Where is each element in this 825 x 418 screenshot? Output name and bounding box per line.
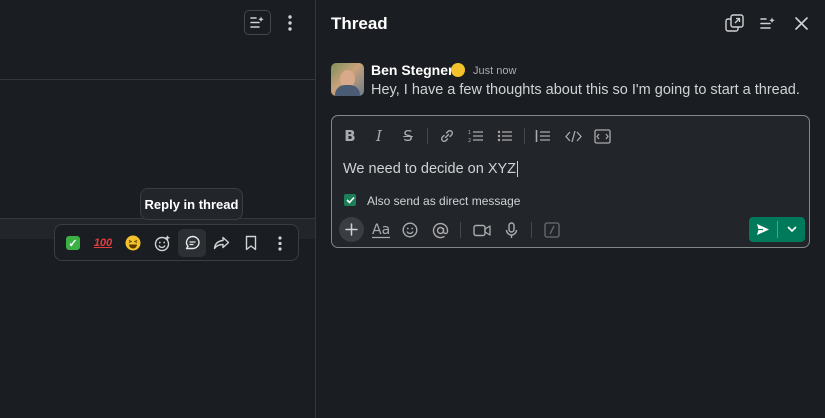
react-laughing-button[interactable]	[119, 229, 147, 257]
ai-summary-button[interactable]	[244, 10, 271, 35]
save-for-later-button[interactable]	[237, 229, 265, 257]
channel-more-button[interactable]	[280, 12, 300, 34]
text-cursor	[517, 161, 519, 178]
bookmark-icon	[245, 235, 257, 251]
bold-button[interactable]: B	[340, 126, 360, 146]
thread-pane: Thread Ben Stegner Just now Hey, I have …	[316, 0, 825, 418]
header-divider	[0, 79, 315, 80]
toolbar-divider	[427, 128, 428, 144]
mention-button[interactable]	[428, 218, 452, 242]
attach-button[interactable]	[339, 217, 364, 242]
numbered-list-button[interactable]: 12	[466, 126, 486, 146]
toolbar-divider	[460, 222, 461, 238]
more-actions-button[interactable]	[266, 229, 294, 257]
forward-message-button[interactable]	[207, 229, 235, 257]
message-actions-bar: ✓ 100	[54, 224, 299, 261]
audio-clip-button[interactable]	[499, 218, 523, 242]
svg-text:2: 2	[468, 138, 471, 143]
avatar[interactable]	[331, 63, 364, 96]
share-forward-icon	[213, 236, 229, 249]
svg-text:Aa: Aa	[372, 222, 390, 238]
link-icon	[441, 130, 453, 142]
laughing-emoji	[125, 235, 141, 251]
thread-title: Thread	[331, 14, 388, 33]
send-button[interactable]	[749, 217, 777, 242]
video-clip-button[interactable]	[470, 218, 494, 242]
ai-summary-icon	[760, 17, 775, 29]
code-block-icon	[593, 128, 611, 144]
numbered-list-icon: 12	[468, 130, 483, 143]
message-text: Hey, I have a few thoughts about this so…	[371, 82, 800, 98]
mention-icon	[432, 222, 448, 238]
blockquote-icon	[535, 130, 550, 142]
emoji-button[interactable]	[398, 218, 422, 242]
close-icon	[794, 16, 808, 30]
reply-in-thread-tooltip: Reply in thread	[140, 188, 243, 220]
add-reaction-button[interactable]	[148, 229, 176, 257]
send-button-group	[749, 217, 805, 242]
channel-pane: Reply in thread ✓ 100	[0, 0, 315, 418]
more-vertical-icon	[278, 235, 282, 251]
thread-summary-button[interactable]	[757, 12, 779, 34]
close-thread-button[interactable]	[790, 12, 812, 34]
schedule-send-button[interactable]	[778, 217, 805, 242]
code-block-button[interactable]	[592, 126, 612, 146]
link-button[interactable]	[437, 126, 457, 146]
bulleted-list-button[interactable]	[495, 126, 515, 146]
message-author[interactable]: Ben Stegner	[371, 62, 453, 78]
also-send-checkbox[interactable]	[344, 194, 356, 206]
microphone-icon	[505, 221, 517, 238]
italic-icon: I	[376, 127, 382, 145]
reply-in-thread-button[interactable]	[178, 229, 206, 257]
status-emoji-icon[interactable]	[451, 63, 465, 77]
toolbar-divider	[524, 128, 525, 144]
video-icon	[473, 224, 491, 236]
slash-commands-button[interactable]	[540, 218, 564, 242]
bulleted-list-icon	[497, 130, 512, 142]
emoji-icon	[402, 222, 418, 238]
checkmark-icon	[345, 196, 355, 204]
formatting-toggle-button[interactable]: Aa	[369, 218, 393, 242]
also-send-label[interactable]: Also send as direct message	[367, 194, 520, 208]
code-button[interactable]	[563, 126, 583, 146]
message-timestamp[interactable]: Just now	[473, 65, 516, 77]
react-check-button[interactable]: ✓	[59, 229, 87, 257]
send-icon	[757, 224, 769, 235]
chevron-down-icon	[786, 226, 797, 233]
code-icon	[564, 130, 582, 142]
bold-icon: B	[344, 127, 356, 145]
white-check-mark-emoji: ✓	[66, 236, 80, 250]
svg-text:1: 1	[468, 130, 471, 136]
blockquote-button[interactable]	[533, 126, 553, 146]
strikethrough-button[interactable]: S	[398, 126, 418, 146]
strikethrough-icon: S	[403, 127, 413, 145]
slash-command-icon	[544, 222, 560, 238]
text-format-icon: Aa	[372, 222, 390, 239]
message-input[interactable]: We need to decide on XYZ	[343, 161, 519, 178]
react-100-button[interactable]: 100	[89, 229, 117, 257]
add-reaction-icon	[154, 235, 169, 251]
hundred-points-emoji: 100	[93, 237, 113, 249]
ai-summary-icon	[250, 16, 264, 28]
italic-button[interactable]: I	[369, 126, 389, 146]
reply-composer: B I S 12 We need to decide on XYZ Also s…	[331, 115, 810, 248]
reply-thread-icon	[185, 235, 200, 250]
popout-icon	[724, 14, 744, 32]
more-vertical-icon	[288, 15, 292, 31]
toolbar-divider	[531, 222, 532, 238]
plus-icon	[345, 223, 358, 236]
open-in-new-window-button[interactable]	[723, 12, 745, 34]
